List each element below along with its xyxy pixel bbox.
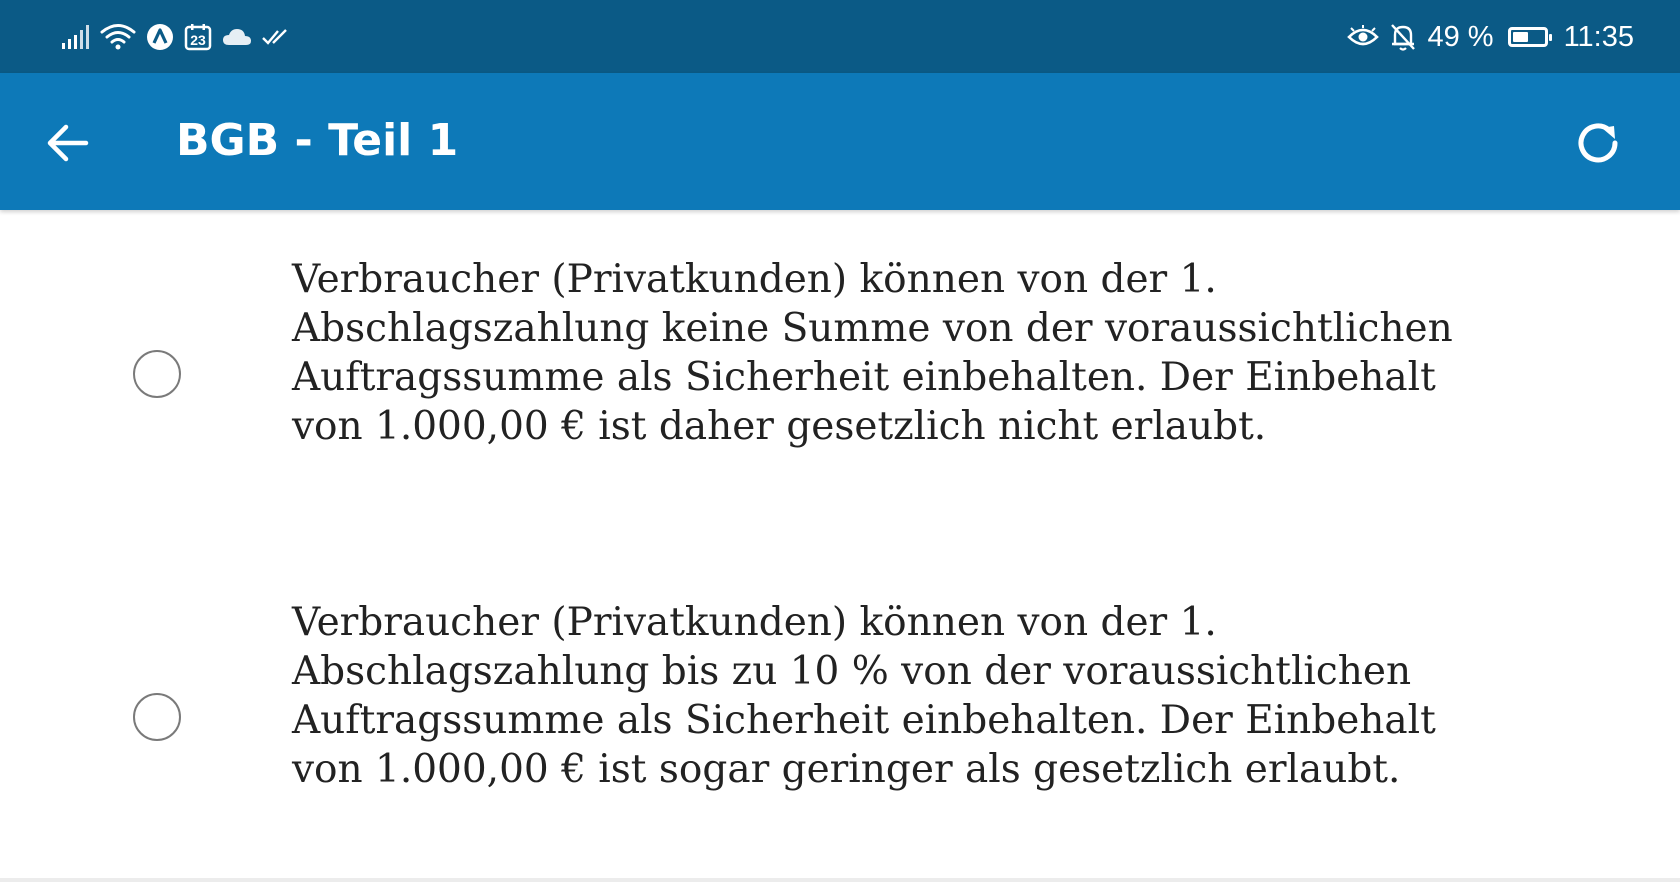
back-button[interactable] [38,113,98,173]
answer-text-2: Verbraucher (Privatkunden) können von de… [292,600,1436,792]
clock: 11:35 [1563,20,1634,53]
answer-list: Verbraucher (Privatkunden) können von de… [0,210,1680,882]
refresh-button[interactable] [1566,111,1630,175]
signal-icon [62,25,90,49]
cloud-icon [222,27,252,47]
battery-icon [1507,27,1552,47]
refresh-icon [1578,123,1618,163]
radio-button-1[interactable] [133,350,181,398]
wifi-icon [100,23,136,51]
battery-percent: 49 % [1427,20,1494,53]
bottom-divider [0,878,1680,882]
battery-level [1512,32,1528,42]
bell-off-icon [1389,22,1417,52]
app-a-icon [146,23,174,51]
eye-icon [1347,25,1380,49]
calendar-day-text: 23 [190,32,206,48]
status-bar-right: 49 % 11:35 [1347,18,1634,56]
radio-button-2[interactable] [133,693,181,741]
page-title: BGB - Teil 1 [176,115,459,166]
answer-text-1: Verbraucher (Privatkunden) können von de… [292,257,1453,449]
double-check-icon [262,27,292,47]
arrow-left-icon [47,124,89,162]
answer-option-2[interactable]: Verbraucher (Privatkunden) können von de… [0,598,1680,882]
status-bar-left-icons: 23 [62,20,292,54]
calendar-icon: 23 [184,23,212,51]
status-bar: 23 49 % 11:35 [0,0,1680,73]
answer-option-1[interactable]: Verbraucher (Privatkunden) können von de… [0,255,1680,555]
app-bar: BGB - Teil 1 [0,73,1680,210]
